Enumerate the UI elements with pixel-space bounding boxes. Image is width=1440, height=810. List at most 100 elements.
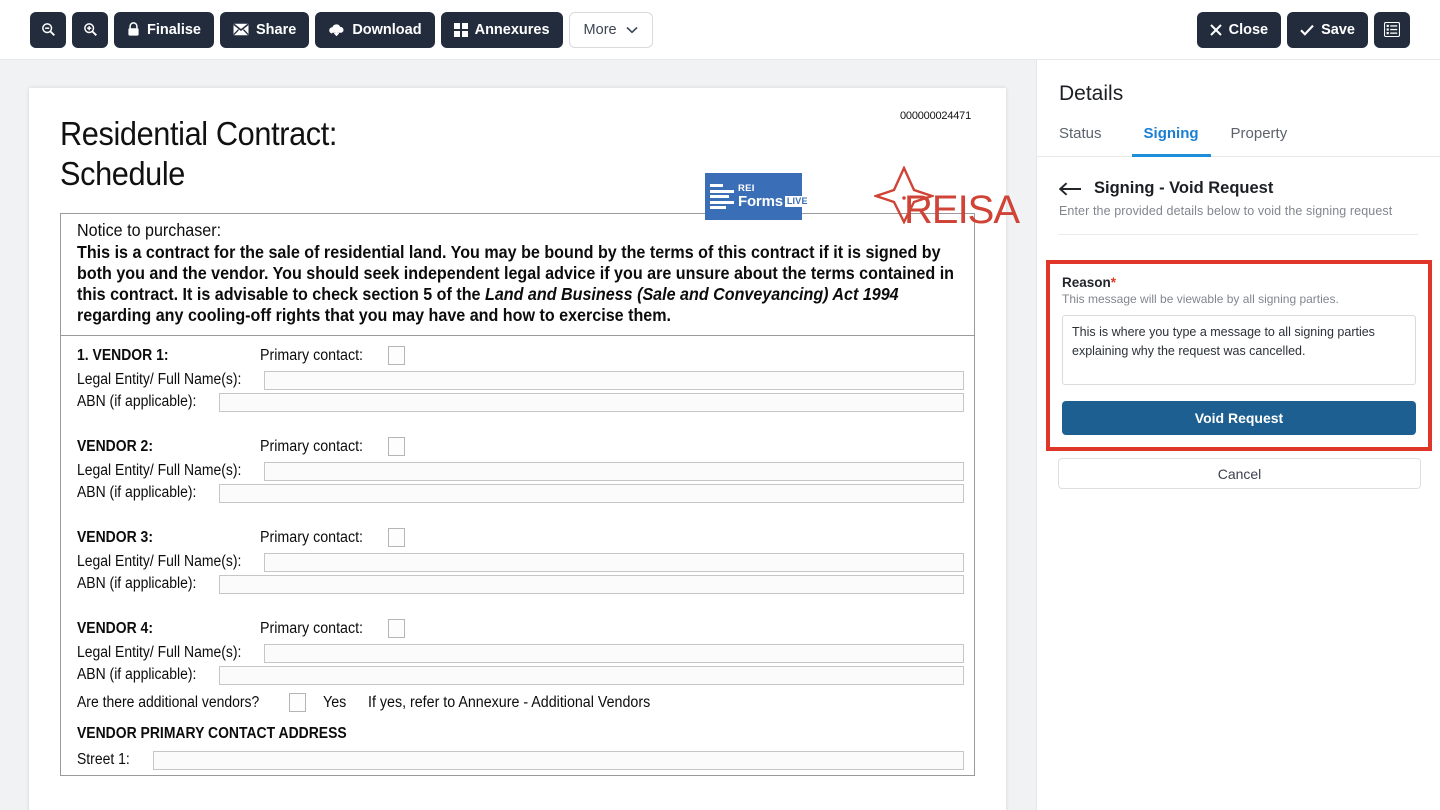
- vendor-1-header: 1. VENDOR 1: Primary contact:: [77, 342, 964, 369]
- vendor-2-primary-contact-checkbox[interactable]: [387, 437, 405, 456]
- close-x-icon: [1209, 23, 1222, 36]
- toolbar-right-group: Close Save: [1196, 11, 1410, 48]
- reason-textarea[interactable]: [1062, 315, 1416, 385]
- rei-forms-live-logo: REI Forms LIVE: [705, 173, 810, 220]
- top-toolbar: Finalise Share Download Annexures More C…: [0, 0, 1440, 60]
- arrow-left-icon[interactable]: [1059, 181, 1083, 197]
- vendor-2-title: VENDOR 2:: [77, 437, 153, 455]
- void-request-subtitle: Enter the provided details below to void…: [1059, 204, 1393, 218]
- vendor-3-primary-contact-label: Primary contact:: [260, 528, 364, 546]
- vendor-4-title: VENDOR 4:: [77, 619, 153, 637]
- vendor-4-header: VENDOR 4: Primary contact:: [77, 615, 964, 642]
- notice-heading: Notice to purchaser:: [77, 220, 222, 240]
- vendor-2-primary-contact-label: Primary contact:: [260, 437, 364, 455]
- vendor-4-primary-contact-label: Primary contact:: [260, 619, 364, 637]
- notice-to-purchaser-block: Notice to purchaser: This is a contract …: [60, 213, 975, 336]
- void-request-button[interactable]: Void Request: [1062, 401, 1416, 435]
- tab-property[interactable]: Property: [1219, 125, 1300, 157]
- vendor-4-abn-row: ABN (if applicable):: [77, 664, 964, 686]
- vendor-4-legal-row: Legal Entity/ Full Name(s):: [77, 642, 964, 664]
- zoom-in-button[interactable]: [72, 11, 108, 48]
- download-button[interactable]: Download: [315, 11, 435, 48]
- vendor-3-title: VENDOR 3:: [77, 528, 153, 546]
- additional-vendors-hint: If yes, refer to Annexure - Additional V…: [368, 693, 651, 711]
- vendor-2-legal-input[interactable]: [264, 461, 964, 481]
- reisa-wordmark: REISA: [904, 188, 1020, 232]
- share-button[interactable]: Share: [220, 11, 310, 48]
- zoom-out-button[interactable]: [30, 11, 66, 48]
- grid-icon: [453, 22, 468, 37]
- envelope-icon: [233, 23, 249, 36]
- rei-logo-text: REI Forms LIVE: [738, 184, 810, 209]
- additional-vendors-checkbox[interactable]: [289, 693, 306, 712]
- vendor-4-legal-input[interactable]: [264, 643, 964, 663]
- share-label: Share: [256, 21, 297, 38]
- vendor-1-abn-input[interactable]: [219, 392, 964, 412]
- details-panel-toggle-button[interactable]: [1374, 11, 1410, 48]
- vendor-1-primary-contact-label: Primary contact:: [260, 346, 364, 364]
- lock-icon: [127, 22, 140, 37]
- reason-help-text: This message will be viewable by all sig…: [1062, 292, 1339, 306]
- additional-vendors-yes-label: Yes: [323, 693, 347, 711]
- panel-body: Signing - Void Request Enter the provide…: [1037, 157, 1440, 235]
- vendor-4-primary-contact-checkbox[interactable]: [387, 619, 405, 638]
- rei-logo-badge: LIVE: [784, 196, 810, 208]
- vendor-details-block: 1. VENDOR 1: Primary contact: Legal Enti…: [60, 336, 975, 776]
- vendor-1-legal-input[interactable]: [264, 370, 964, 390]
- street1-label: Street 1:: [77, 751, 130, 768]
- vendor-1-title: 1. VENDOR 1:: [77, 346, 169, 364]
- finalise-label: Finalise: [147, 21, 201, 38]
- download-label: Download: [352, 21, 422, 38]
- finalise-button[interactable]: Finalise: [114, 11, 214, 48]
- rei-logo-line2: Forms: [738, 192, 783, 210]
- rei-bars-icon: [710, 184, 734, 209]
- vendor-2-abn-label: ABN (if applicable):: [77, 484, 197, 501]
- vendor-3-abn-label: ABN (if applicable):: [77, 575, 197, 592]
- street1-input[interactable]: [153, 750, 964, 770]
- vendor-3-primary-contact-checkbox[interactable]: [387, 528, 405, 547]
- annexures-button[interactable]: Annexures: [440, 11, 563, 48]
- vendor-1-primary-contact-checkbox[interactable]: [387, 346, 405, 365]
- panel-divider: [1059, 234, 1418, 235]
- cancel-button[interactable]: Cancel: [1058, 458, 1421, 489]
- vendor-2-abn-input[interactable]: [219, 483, 964, 503]
- document-viewport[interactable]: 000000024471 Residential Contract: Schedu…: [0, 60, 1036, 810]
- vendor-2-legal-row: Legal Entity/ Full Name(s):: [77, 460, 964, 482]
- cloud-download-icon: [328, 23, 345, 37]
- tab-status[interactable]: Status: [1059, 125, 1114, 157]
- vendor-4-legal-label: Legal Entity/ Full Name(s):: [77, 644, 242, 661]
- vendor-3-abn-row: ABN (if applicable):: [77, 573, 964, 595]
- vendor-2-legal-label: Legal Entity/ Full Name(s):: [77, 462, 242, 479]
- notice-body-part2: regarding any cooling-off rights that yo…: [77, 305, 672, 325]
- magnifier-plus-icon: [83, 22, 98, 37]
- tab-signing[interactable]: Signing: [1131, 125, 1211, 157]
- panel-tabs: Status Signing Property: [1037, 106, 1440, 157]
- document-header: Residential Contract: Schedule REI Forms …: [60, 88, 1020, 232]
- magnifier-minus-icon: [41, 22, 56, 37]
- annexures-label: Annexures: [474, 21, 550, 38]
- additional-vendors-row: Are there additional vendors? Yes If yes…: [77, 686, 964, 719]
- close-button[interactable]: Close: [1196, 11, 1282, 48]
- vendor-3-legal-row: Legal Entity/ Full Name(s):: [77, 551, 964, 573]
- chevron-down-icon: [626, 26, 638, 34]
- details-panel: Details Status Signing Property Signing …: [1036, 60, 1440, 810]
- void-request-title: Signing - Void Request: [1094, 179, 1274, 197]
- document-page: 000000024471 Residential Contract: Schedu…: [29, 88, 1020, 810]
- document-title: Residential Contract: Schedule: [60, 115, 338, 192]
- vendor-4-abn-label: ABN (if applicable):: [77, 666, 197, 683]
- street1-row: Street 1:: [77, 749, 964, 771]
- vendor-2-abn-row: ABN (if applicable):: [77, 482, 964, 504]
- vendor-3-abn-input[interactable]: [219, 574, 964, 594]
- reason-label: Reason*: [1062, 275, 1416, 290]
- vendor-1-abn-row: ABN (if applicable):: [77, 391, 964, 413]
- notice-body-italic: Land and Business (Sale and Conveyancing…: [484, 284, 899, 304]
- vendor-1-abn-label: ABN (if applicable):: [77, 393, 197, 410]
- list-details-icon: [1384, 22, 1400, 37]
- save-button[interactable]: Save: [1287, 11, 1368, 48]
- vendor-3-legal-input[interactable]: [264, 552, 964, 572]
- more-button[interactable]: More: [568, 11, 653, 48]
- vendor-4-abn-input[interactable]: [219, 665, 964, 685]
- vendor-3-header: VENDOR 3: Primary contact:: [77, 524, 964, 551]
